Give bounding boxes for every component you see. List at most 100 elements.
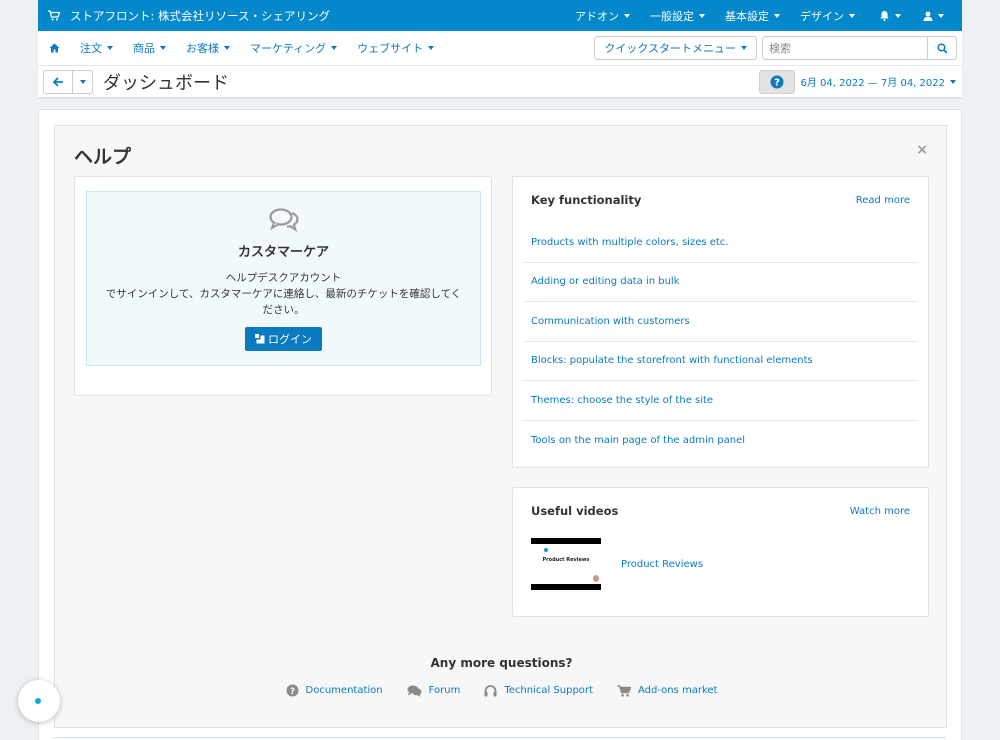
history-dropdown-button[interactable] <box>73 69 93 94</box>
headphones-icon <box>484 684 497 696</box>
useful-videos-title: Useful videos <box>531 504 619 518</box>
useful-videos-card: Useful videos Watch more Product Reviews… <box>512 487 929 617</box>
forum-label: Forum <box>428 685 461 696</box>
customer-care-section: カスタマーケア ヘルプデスクアカウント でサインインして、カスタマーケアに連絡し… <box>86 191 481 366</box>
question-circle-icon: ? <box>286 684 299 697</box>
user-menu[interactable] <box>913 0 962 31</box>
login-label: ログイン <box>268 333 312 346</box>
storefront-selector[interactable]: ストアフロント: 株式会社リソース・シェアリング <box>38 8 330 24</box>
svg-text:?: ? <box>775 77 781 88</box>
nav-products[interactable]: 商品 <box>123 40 176 56</box>
comments-icon <box>407 685 422 697</box>
login-grid-icon <box>255 334 265 344</box>
svg-text:?: ? <box>289 687 294 697</box>
search-button[interactable] <box>927 36 957 60</box>
nav-marketing-label: マーケティング <box>250 42 327 55</box>
nav-products-label: 商品 <box>133 42 155 55</box>
menu-general-settings[interactable]: 一般設定 <box>640 0 715 31</box>
chat-bubbles-icon <box>87 208 480 235</box>
page-header: ダッシュボード ? 6月 04, 2022 — 7月 04, 2022 <box>38 66 962 98</box>
customer-care-title: カスタマーケア <box>237 245 329 260</box>
menu-basic-settings-label: 基本設定 <box>725 9 769 23</box>
notifications-menu[interactable] <box>865 0 913 31</box>
main-nav: 注文 商品 お客様 マーケティング ウェブサイト クイックスタートメニュー <box>38 31 962 66</box>
customer-care-card: カスタマーケア ヘルプデスクアカウント でサインインして、カスタマーケアに連絡し… <box>74 176 492 396</box>
page-title: ダッシュボード <box>103 72 229 94</box>
read-more-link[interactable]: Read more <box>856 195 910 206</box>
customer-care-description: ヘルプデスクアカウント でサインインして、カスタマーケアに連絡し、最新のチケット… <box>87 270 480 318</box>
kf-link-5[interactable]: Themes: choose the style of the site <box>531 395 713 406</box>
video-item: Product Reviews Product Reviews <box>513 538 928 590</box>
video-thumbnail[interactable]: Product Reviews <box>531 538 601 590</box>
technical-support-link[interactable]: Technical Support <box>484 684 593 697</box>
help-title: ヘルプ <box>74 146 132 168</box>
help-toggle-button[interactable]: ? <box>759 69 796 94</box>
login-button[interactable]: ログイン <box>245 327 322 351</box>
list-item: Communication with customers <box>523 302 918 342</box>
cart-icon <box>617 684 631 697</box>
documentation-label: Documentation <box>305 685 383 696</box>
nav-website[interactable]: ウェブサイト <box>347 40 444 56</box>
question-circle-icon: ? <box>770 75 784 88</box>
arrow-left-icon <box>52 76 63 87</box>
key-functionality-list: Products with multiple colors, sizes etc… <box>513 223 928 460</box>
back-button[interactable] <box>43 69 73 94</box>
documentation-link[interactable]: ? Documentation <box>286 684 383 697</box>
video-link[interactable]: Product Reviews <box>621 559 703 570</box>
nav-orders-label: 注文 <box>80 42 102 55</box>
bell-icon <box>880 11 889 21</box>
date-range-label: 6月 04, 2022 — 7月 04, 2022 <box>800 78 945 89</box>
kf-link-6[interactable]: Tools on the main page of the admin pane… <box>531 435 745 446</box>
kf-link-4[interactable]: Blocks: populate the storefront with fun… <box>531 355 813 366</box>
quickstart-label: クイックスタートメニュー <box>604 42 736 55</box>
date-range-picker[interactable]: 6月 04, 2022 — 7月 04, 2022 <box>800 74 956 89</box>
addons-market-link[interactable]: Add-ons market <box>617 684 718 697</box>
nav-website-label: ウェブサイト <box>357 42 424 55</box>
presenter-avatar <box>593 575 599 582</box>
list-item: Tools on the main page of the admin pane… <box>523 421 918 461</box>
main-content: ヘルプ × カスタマーケア ヘルプデスクアカウント でサインインして、カスタマー… <box>38 109 962 740</box>
kf-link-2[interactable]: Adding or editing data in bulk <box>531 276 680 287</box>
nav-marketing[interactable]: マーケティング <box>240 40 347 56</box>
nav-customers[interactable]: お客様 <box>176 40 240 56</box>
user-icon <box>923 11 933 21</box>
help-panel: ヘルプ × カスタマーケア ヘルプデスクアカウント でサインインして、カスタマー… <box>54 125 947 728</box>
search-box <box>762 36 957 60</box>
menu-design[interactable]: デザイン <box>790 0 865 31</box>
forum-link[interactable]: Forum <box>407 685 461 697</box>
home-icon <box>49 43 59 53</box>
list-item: Adding or editing data in bulk <box>523 263 918 302</box>
nav-customers-label: お客様 <box>186 42 219 55</box>
key-functionality-card: Key functionality Read more Products wit… <box>512 176 929 468</box>
key-functionality-title: Key functionality <box>531 193 642 207</box>
menu-general-settings-label: 一般設定 <box>650 9 694 23</box>
menu-addons-label: アドオン <box>575 9 619 23</box>
back-button-group <box>43 69 93 94</box>
quickstart-menu-button[interactable]: クイックスタートメニュー <box>594 36 757 60</box>
search-icon <box>936 42 948 54</box>
care-desc-line1: ヘルプデスクアカウント <box>225 272 342 284</box>
watch-more-link[interactable]: Watch more <box>850 506 910 517</box>
thumbnail-title: Product Reviews <box>542 557 590 563</box>
list-item: Products with multiple colors, sizes etc… <box>523 223 918 263</box>
search-input[interactable] <box>762 36 927 60</box>
list-item: Blocks: populate the storefront with fun… <box>523 342 918 381</box>
technical-support-label: Technical Support <box>504 685 593 696</box>
storefront-name: ストアフロント: 株式会社リソース・シェアリング <box>70 8 330 23</box>
menu-basic-settings[interactable]: 基本設定 <box>715 0 790 31</box>
more-questions-section: Any more questions? ? Documentation Foru… <box>55 656 948 697</box>
menu-addons[interactable]: アドオン <box>565 0 640 31</box>
kf-link-1[interactable]: Products with multiple colors, sizes etc… <box>531 237 729 248</box>
more-questions-title: Any more questions? <box>430 656 573 670</box>
close-help-button[interactable]: × <box>916 142 928 158</box>
nav-orders[interactable]: 注文 <box>70 40 123 56</box>
addons-market-label: Add-ons market <box>637 685 718 696</box>
menu-design-label: デザイン <box>800 9 844 23</box>
floating-chat-widget[interactable] <box>18 680 60 722</box>
home-link[interactable] <box>38 43 70 53</box>
top-bar: ストアフロント: 株式会社リソース・シェアリング アドオン 一般設定 基本設定 … <box>38 0 962 31</box>
widget-logo-icon <box>35 698 41 704</box>
care-desc-line2: でサインインして、カスタマーケアに連絡し、最新のチケットを確認してください。 <box>105 288 462 316</box>
kf-link-3[interactable]: Communication with customers <box>531 316 690 327</box>
list-item: Themes: choose the style of the site <box>523 381 918 421</box>
